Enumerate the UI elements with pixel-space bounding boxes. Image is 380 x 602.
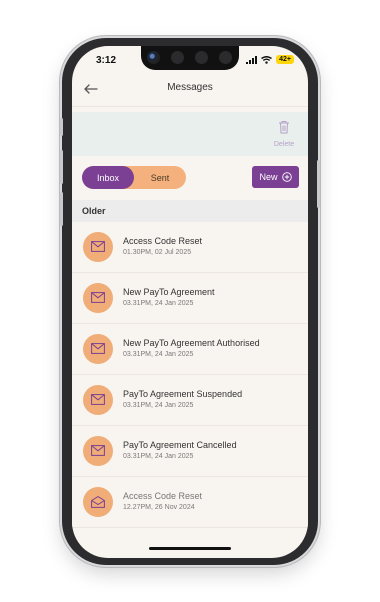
plus-circle-icon	[281, 172, 292, 182]
message-date: 03.31PM, 24 Jan 2025	[123, 300, 194, 307]
envelope-icon	[91, 394, 105, 405]
message-date: 01.30PM, 02 Jul 2025	[123, 249, 192, 256]
message-subject: Access Code Reset	[123, 491, 203, 501]
message-subject: New PayTo Agreement	[123, 287, 215, 297]
message-subject: PayTo Agreement Cancelled	[123, 440, 237, 450]
dynamic-island	[141, 46, 239, 70]
trash-icon	[279, 121, 289, 134]
message-date: 03.31PM, 24 Jan 2025	[123, 351, 194, 358]
message-subject: PayTo Agreement Suspended	[123, 389, 243, 399]
envelope-icon	[91, 292, 105, 303]
action-bar: Delete	[72, 112, 308, 156]
message-avatar	[83, 283, 113, 313]
message-date: 03.31PM, 24 Jan 2025	[123, 453, 194, 460]
message-row[interactable]: PayTo Agreement Suspended 03.31PM, 24 Ja…	[72, 375, 308, 426]
envelope-icon	[91, 241, 105, 252]
home-indicator[interactable]	[149, 547, 231, 550]
volume-up-button	[60, 150, 63, 184]
tab-sent[interactable]: Sent	[134, 166, 186, 189]
new-button-label: New	[259, 172, 278, 182]
message-subject: Access Code Reset	[123, 236, 203, 246]
sensor-icon	[195, 51, 208, 64]
power-button	[317, 160, 320, 208]
battery-indicator: 42+	[276, 55, 294, 64]
wifi-icon	[261, 55, 273, 64]
app-screen: 3:12 42+ Messages Delete Inbox Sent New …	[72, 46, 308, 558]
message-date: 03.31PM, 24 Jan 2025	[123, 402, 194, 409]
tab-inbox[interactable]: Inbox	[82, 166, 134, 189]
message-avatar	[83, 487, 113, 517]
message-avatar	[83, 334, 113, 364]
section-label: Older	[82, 206, 106, 216]
signal-icon	[246, 55, 258, 64]
mute-switch	[60, 118, 63, 136]
section-header-older: Older	[72, 200, 308, 222]
message-avatar	[83, 232, 113, 262]
page-title: Messages	[167, 82, 213, 93]
message-subject: New PayTo Agreement Authorised	[123, 338, 260, 348]
header-divider	[72, 106, 308, 107]
new-message-button[interactable]: New	[252, 166, 299, 188]
status-icons: 42+	[246, 55, 294, 64]
message-row[interactable]: New PayTo Agreement 03.31PM, 24 Jan 2025	[72, 273, 308, 324]
header: Messages	[72, 78, 308, 102]
delete-button[interactable]: Delete	[272, 120, 296, 148]
message-avatar	[83, 436, 113, 466]
inbox-sent-toggle: Inbox Sent	[82, 166, 186, 189]
volume-down-button	[60, 192, 63, 226]
camera-icon	[147, 51, 160, 64]
message-date: 12.27PM, 26 Nov 2024	[123, 504, 195, 511]
delete-label: Delete	[273, 141, 295, 148]
message-list: Access Code Reset 01.30PM, 02 Jul 2025 N…	[72, 222, 308, 528]
message-avatar	[83, 385, 113, 415]
sensor-icon	[171, 51, 184, 64]
message-row[interactable]: Access Code Reset 01.30PM, 02 Jul 2025	[72, 222, 308, 273]
envelope-icon	[91, 343, 105, 354]
message-row[interactable]: New PayTo Agreement Authorised 03.31PM, …	[72, 324, 308, 375]
envelope-icon	[91, 445, 105, 456]
sensor-icon	[219, 51, 232, 64]
message-row[interactable]: Access Code Reset 12.27PM, 26 Nov 2024	[72, 477, 308, 528]
message-row[interactable]: PayTo Agreement Cancelled 03.31PM, 24 Ja…	[72, 426, 308, 477]
envelope-open-icon	[91, 496, 105, 508]
status-time: 3:12	[96, 55, 117, 66]
